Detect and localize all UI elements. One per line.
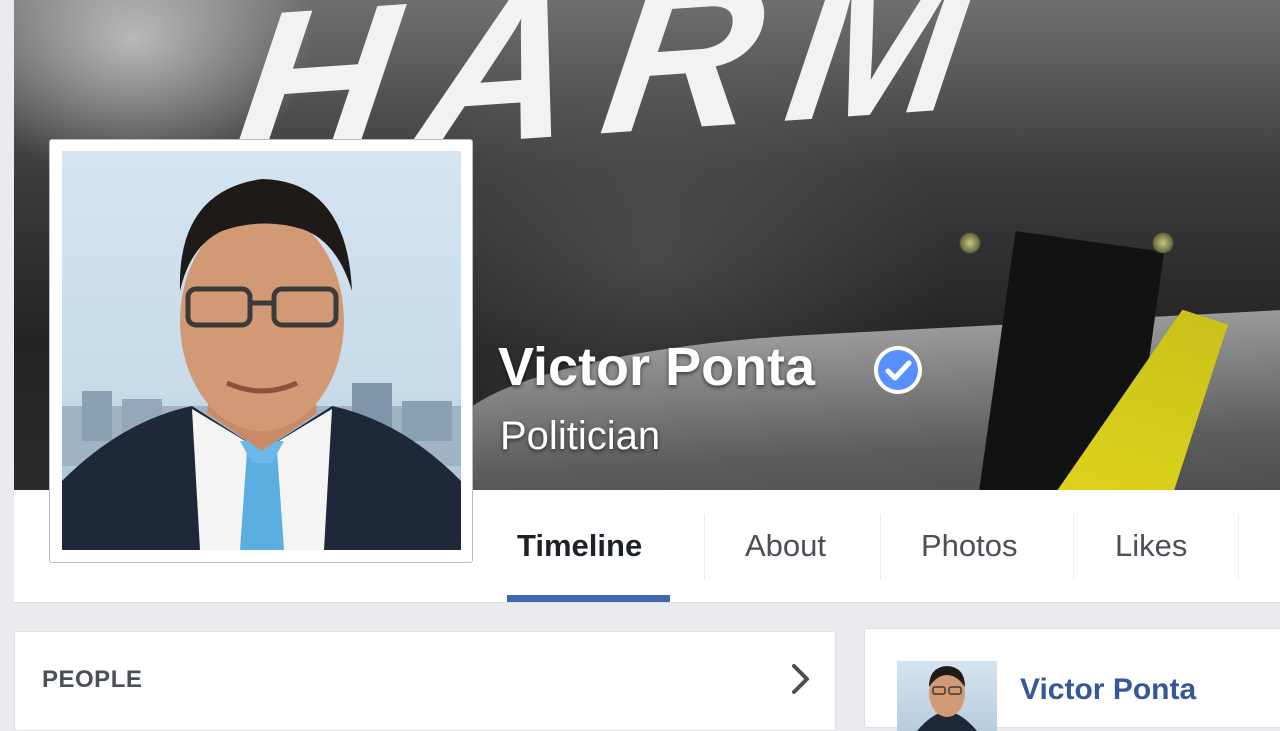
verified-badge-icon [874, 346, 922, 394]
tab-photos[interactable]: Photos [921, 490, 1018, 602]
active-tab-indicator [507, 595, 670, 602]
page-name-link[interactable]: Victor Ponta [1020, 673, 1196, 707]
profile-picture[interactable] [62, 151, 461, 550]
people-card: PEOPLE [14, 631, 836, 731]
tab-divider [704, 514, 705, 580]
tab-timeline[interactable]: Timeline [517, 490, 642, 602]
people-card-title: PEOPLE [42, 666, 143, 693]
page-title: Victor Ponta [498, 337, 816, 397]
tab-about[interactable]: About [745, 490, 826, 602]
cover-light [959, 232, 981, 254]
avatar[interactable] [897, 661, 997, 731]
page-category: Politician [500, 414, 661, 458]
tab-divider [1073, 514, 1074, 580]
avatar-portrait [917, 666, 977, 731]
tab-divider [880, 514, 881, 580]
page-summary-card: Victor Ponta [864, 628, 1280, 731]
cover-light [1152, 232, 1174, 254]
tab-likes[interactable]: Likes [1115, 490, 1187, 602]
chevron-right-icon[interactable] [785, 662, 815, 696]
tab-divider [1238, 514, 1239, 580]
profile-portrait [62, 179, 461, 550]
